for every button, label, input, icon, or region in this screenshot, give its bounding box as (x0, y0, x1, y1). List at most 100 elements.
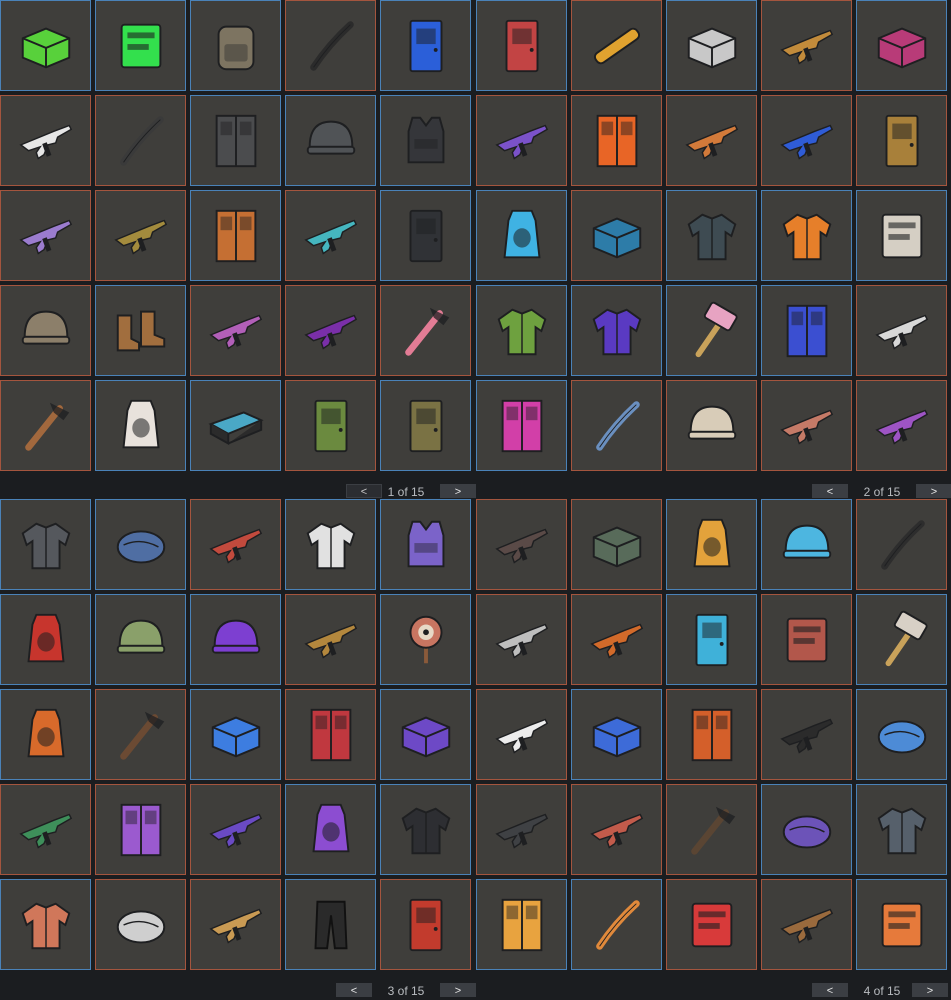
inventory-slot[interactable] (0, 285, 91, 376)
inventory-slot[interactable] (190, 0, 281, 91)
inventory-slot[interactable] (761, 879, 852, 970)
inventory-slot[interactable] (476, 689, 567, 780)
inventory-slot[interactable] (285, 784, 376, 875)
inventory-slot[interactable] (0, 879, 91, 970)
inventory-slot[interactable] (285, 95, 376, 186)
inventory-slot[interactable] (0, 190, 91, 281)
inventory-slot[interactable] (0, 95, 91, 186)
inventory-slot[interactable] (190, 879, 281, 970)
inventory-slot[interactable] (856, 285, 947, 376)
inventory-slot[interactable] (666, 0, 757, 91)
inventory-slot[interactable] (285, 285, 376, 376)
inventory-slot[interactable] (476, 879, 567, 970)
inventory-slot[interactable] (856, 190, 947, 281)
inventory-slot[interactable] (190, 95, 281, 186)
inventory-slot[interactable] (571, 190, 662, 281)
inventory-slot[interactable] (476, 95, 567, 186)
inventory-slot[interactable] (95, 190, 186, 281)
inventory-slot[interactable] (285, 689, 376, 780)
inventory-slot[interactable] (380, 380, 471, 471)
inventory-slot[interactable] (856, 784, 947, 875)
inventory-slot[interactable] (0, 0, 91, 91)
inventory-slot[interactable] (666, 380, 757, 471)
prev-page-button[interactable]: < (812, 484, 848, 498)
inventory-slot[interactable] (190, 190, 281, 281)
inventory-slot[interactable] (761, 499, 852, 590)
inventory-slot[interactable] (666, 689, 757, 780)
next-page-button[interactable]: > (912, 983, 948, 997)
inventory-slot[interactable] (856, 0, 947, 91)
inventory-slot[interactable] (856, 499, 947, 590)
inventory-slot[interactable] (666, 784, 757, 875)
inventory-slot[interactable] (571, 689, 662, 780)
next-page-button[interactable]: > (440, 484, 476, 498)
inventory-slot[interactable] (95, 879, 186, 970)
inventory-slot[interactable] (0, 784, 91, 875)
inventory-slot[interactable] (761, 784, 852, 875)
inventory-slot[interactable] (476, 499, 567, 590)
inventory-slot[interactable] (761, 689, 852, 780)
inventory-slot[interactable] (571, 285, 662, 376)
inventory-slot[interactable] (476, 285, 567, 376)
inventory-slot[interactable] (666, 594, 757, 685)
next-page-button[interactable]: > (916, 484, 951, 498)
inventory-slot[interactable] (666, 879, 757, 970)
inventory-slot[interactable] (380, 879, 471, 970)
inventory-slot[interactable] (856, 380, 947, 471)
inventory-slot[interactable] (95, 95, 186, 186)
inventory-slot[interactable] (95, 594, 186, 685)
inventory-slot[interactable] (856, 879, 947, 970)
inventory-slot[interactable] (380, 0, 471, 91)
inventory-slot[interactable] (190, 285, 281, 376)
inventory-slot[interactable] (476, 190, 567, 281)
inventory-slot[interactable] (571, 879, 662, 970)
inventory-slot[interactable] (95, 285, 186, 376)
inventory-slot[interactable] (95, 784, 186, 875)
inventory-slot[interactable] (571, 0, 662, 91)
inventory-slot[interactable] (571, 95, 662, 186)
inventory-slot[interactable] (95, 0, 186, 91)
inventory-slot[interactable] (761, 190, 852, 281)
inventory-slot[interactable] (190, 784, 281, 875)
inventory-slot[interactable] (476, 380, 567, 471)
inventory-slot[interactable] (666, 285, 757, 376)
inventory-slot[interactable] (761, 380, 852, 471)
inventory-slot[interactable] (285, 499, 376, 590)
inventory-slot[interactable] (666, 190, 757, 281)
inventory-slot[interactable] (285, 879, 376, 970)
inventory-slot[interactable] (761, 95, 852, 186)
inventory-slot[interactable] (856, 689, 947, 780)
inventory-slot[interactable] (666, 95, 757, 186)
inventory-slot[interactable] (476, 0, 567, 91)
inventory-slot[interactable] (761, 285, 852, 376)
inventory-slot[interactable] (380, 190, 471, 281)
inventory-slot[interactable] (856, 594, 947, 685)
inventory-slot[interactable] (571, 784, 662, 875)
inventory-slot[interactable] (380, 784, 471, 875)
inventory-slot[interactable] (571, 380, 662, 471)
inventory-slot[interactable] (190, 499, 281, 590)
inventory-slot[interactable] (476, 784, 567, 875)
inventory-slot[interactable] (190, 594, 281, 685)
inventory-slot[interactable] (380, 95, 471, 186)
inventory-slot[interactable] (190, 689, 281, 780)
inventory-slot[interactable] (0, 689, 91, 780)
inventory-slot[interactable] (285, 380, 376, 471)
inventory-slot[interactable] (856, 95, 947, 186)
inventory-slot[interactable] (380, 689, 471, 780)
inventory-slot[interactable] (285, 190, 376, 281)
inventory-slot[interactable] (95, 689, 186, 780)
prev-page-button[interactable]: < (336, 983, 372, 997)
inventory-slot[interactable] (0, 499, 91, 590)
inventory-slot[interactable] (285, 594, 376, 685)
inventory-slot[interactable] (761, 0, 852, 91)
inventory-slot[interactable] (761, 594, 852, 685)
inventory-slot[interactable] (666, 499, 757, 590)
inventory-slot[interactable] (95, 499, 186, 590)
inventory-slot[interactable] (190, 380, 281, 471)
inventory-slot[interactable] (380, 285, 471, 376)
inventory-slot[interactable] (571, 499, 662, 590)
inventory-slot[interactable] (476, 594, 567, 685)
inventory-slot[interactable] (571, 594, 662, 685)
inventory-slot[interactable] (380, 499, 471, 590)
